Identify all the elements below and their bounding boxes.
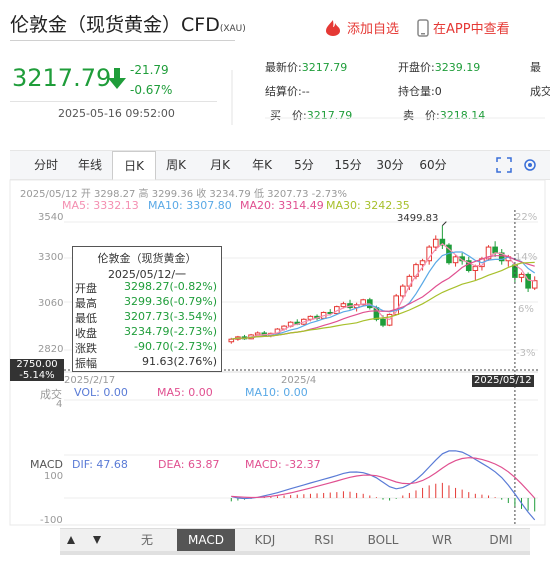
indicator-tab-wr[interactable]: WR: [413, 529, 471, 551]
macd-dea: DEA: 63.87: [158, 458, 220, 471]
cursor-date-tag: 2025/05/12: [472, 375, 534, 387]
pct-tick-label: 6%: [518, 304, 534, 315]
indicator-tab-rsi[interactable]: RSI: [295, 529, 353, 551]
y-tick-label: 2820: [38, 344, 64, 355]
y-tick-label: 3060: [38, 298, 64, 309]
x-tick-label: 2025/2/17: [64, 375, 116, 386]
candle-body: [340, 303, 347, 308]
candle-body: [472, 266, 479, 272]
candle-body: [452, 256, 459, 264]
macd-y-top: 100: [44, 471, 64, 482]
volume-unit: 4: [56, 399, 63, 410]
cursor-price-tag: 2750.00 -5.14%: [10, 359, 64, 381]
indicator-tab-kdj[interactable]: KDJ: [236, 529, 294, 551]
candle-body: [228, 338, 235, 343]
candle-body: [531, 280, 538, 289]
ma30-line: [231, 261, 535, 340]
indicator-tab-boll[interactable]: BOLL: [354, 529, 412, 551]
vol-value: VOL: 0.00: [74, 386, 128, 399]
macd-value: MACD: -32.37: [245, 458, 321, 471]
vol-ma5: MA5: 0.00: [157, 386, 213, 399]
candle-body: [518, 273, 525, 278]
indicator-tab-macd[interactable]: MACD: [177, 529, 235, 551]
candle-body: [254, 332, 261, 336]
pct-tick-label: -3%: [516, 348, 536, 359]
x-tick-label: 2025/4: [281, 375, 317, 386]
macd-dif: DIF: 47.68: [72, 458, 128, 471]
candle-body: [432, 238, 439, 248]
candle-body: [307, 315, 314, 320]
ohlc-tooltip: 伦敦金（现货黄金） 2025/05/12/一 开盘 3298.27(-0.82%)…: [72, 246, 222, 372]
macd-y-bottom: -100: [40, 515, 63, 526]
macd-label: MACD: [30, 458, 63, 471]
vol-ma10: MA10: 0.00: [245, 386, 308, 399]
indicator-tab-none[interactable]: 无: [118, 529, 176, 551]
y-tick-label: 3540: [38, 212, 64, 223]
tooltip-title: 伦敦金（现货黄金）: [97, 252, 197, 265]
candle-body: [426, 246, 432, 262]
scroll-down-icon[interactable]: [92, 535, 102, 545]
y-tick-label: 3300: [38, 252, 64, 263]
scroll-up-icon[interactable]: [66, 535, 76, 545]
indicator-tabs: 无 MACD KDJ RSI BOLL WR DMI: [60, 528, 530, 552]
pct-tick-label: 22%: [515, 212, 538, 223]
candle-body: [492, 246, 498, 254]
candle-body: [380, 318, 386, 326]
high-marker-label: 3499.83: [397, 213, 439, 224]
pct-tick-label: 14%: [515, 252, 538, 263]
indicator-tab-dmi[interactable]: DMI: [472, 529, 530, 551]
horizontal-scrollbar[interactable]: [60, 551, 530, 555]
